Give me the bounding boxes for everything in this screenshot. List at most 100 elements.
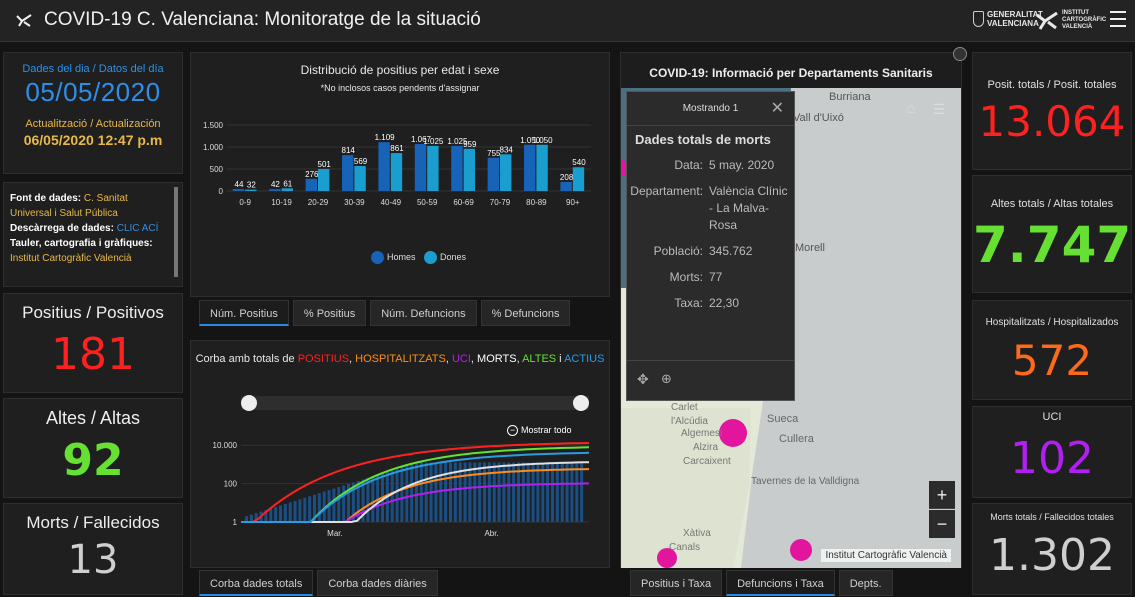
source-label: Font de dades: <box>10 193 82 204</box>
map-label-tavernes: Tavernes de la Valldigna <box>751 476 860 487</box>
scrollbar[interactable] <box>174 187 178 277</box>
legend-women-dot <box>424 251 438 264</box>
altes-totals-panel: Altes totals / Altas totales 7.747 <box>972 175 1132 293</box>
close-icon[interactable]: ✕ <box>771 92 784 126</box>
bar <box>245 189 257 191</box>
popup-footer: ✥ ⊕ <box>627 360 794 400</box>
morts-value: 13 <box>67 537 119 583</box>
daily-bar <box>288 502 292 522</box>
pan-icon[interactable]: ✥ <box>637 371 649 388</box>
bar <box>354 165 366 191</box>
tab-defuncions-taxa[interactable]: Defuncions i Taxa <box>726 570 835 596</box>
tab-corba-diaries[interactable]: Corba dades diàries <box>317 570 438 596</box>
curve-title-uci: UCI <box>451 353 471 365</box>
tab-depts[interactable]: Depts. <box>838 570 893 596</box>
download-link[interactable]: CLIC ACÍ <box>114 223 159 234</box>
hosp-value: 572 <box>1011 336 1093 385</box>
map-point[interactable] <box>719 419 747 447</box>
map-list-button[interactable]: ☰ <box>927 97 951 121</box>
age-chart-tabs: Núm. Positius % Positius Núm. Defuncions… <box>199 300 574 326</box>
x-tick-label: 50-59 <box>417 198 438 207</box>
x-tick-label: 60-69 <box>453 198 474 207</box>
bar-value-label: 569 <box>354 157 368 166</box>
x-tick-label: Mar. <box>327 529 343 538</box>
icv-logo: INSTITUT CARTOGRÀFIC VALENCIÀ <box>1036 10 1106 31</box>
map-label-algemesi: Algemesí <box>681 428 723 439</box>
map-point[interactable] <box>790 539 812 561</box>
menu-icon[interactable] <box>1110 11 1126 31</box>
bar <box>269 189 281 191</box>
curve-chart-title: Corba amb totals de POSITIUS, HOSPITALIT… <box>191 353 609 365</box>
bar-value-label: 959 <box>463 140 477 149</box>
range-slider-track <box>241 396 589 410</box>
bar-value-label: 814 <box>342 146 356 155</box>
bar-value-label: 501 <box>318 160 332 169</box>
curve-chart-panel: Corba amb totals de POSITIUS, HOSPITALIT… <box>190 340 610 568</box>
daily-bar <box>575 462 579 522</box>
popup-row-key: Taxa: <box>674 296 703 310</box>
page-title: COVID-19 C. Valenciana: Monitoratge de l… <box>44 9 481 30</box>
popup-row-value: València Clínic - La Malva-Rosa <box>709 184 788 232</box>
morts-totals-value: 1.302 <box>989 530 1115 581</box>
map-label-carcaixent: Carcaixent <box>683 456 731 467</box>
map-expand-icon[interactable] <box>953 47 967 61</box>
map-attribution: Institut Cartogràfic Valencià <box>821 549 951 562</box>
popup-header: Mostrando 1 ✕ <box>627 92 794 126</box>
show-all-button[interactable]: − Mostrar todo <box>507 425 572 436</box>
daily-bar <box>317 493 321 522</box>
tab-pct-defuncions[interactable]: % Defuncions <box>480 300 571 326</box>
daily-bar <box>366 477 370 522</box>
y-tick-label: 0 <box>219 187 224 196</box>
tab-corba-totals[interactable]: Corba dades totals <box>199 570 314 596</box>
source-value-1: C. Sanitat <box>81 193 128 204</box>
gva-line-1: GENERALITAT <box>987 10 1043 19</box>
daily-bar <box>492 462 496 522</box>
zoom-to-icon[interactable]: ⊕ <box>661 371 672 387</box>
map-home-button[interactable]: ⌂ <box>899 97 923 121</box>
tab-positius-taxa[interactable]: Positius i Taxa <box>630 570 723 596</box>
bar-value-label: 44 <box>235 180 244 189</box>
y-tick-label: 100 <box>224 480 238 489</box>
map-label-alzira: Alzira <box>693 442 718 453</box>
bar-value-label: 861 <box>390 144 404 153</box>
map-label-cullera: Cullera <box>779 433 815 445</box>
icv-logo-icon <box>16 14 32 27</box>
bar-value-label: 834 <box>500 145 514 154</box>
source-line: Font de dades: C. Sanitat <box>10 191 176 206</box>
age-bar-chart: 0 500 1.000 1.500 44 32 0-9 42 61 10-19 276501 20-2… <box>203 121 591 207</box>
tab-num-defuncions[interactable]: Núm. Defuncions <box>370 300 477 326</box>
board-value: Institut Cartogràfic Valencià <box>10 253 132 264</box>
y-tick-label: 1.000 <box>203 143 224 152</box>
bar-value-label: 42 <box>271 180 280 189</box>
curve-line-chart: 1 100 10.000 Mar. Abr. <box>213 395 590 538</box>
age-legend: Homes Dones <box>371 251 466 264</box>
popup-row: Població: 345.762 <box>627 243 794 260</box>
bar <box>318 168 330 191</box>
board-label: Tauler, cartografia i gràfiques: <box>10 238 153 249</box>
map-zoom-out-button[interactable]: − <box>929 510 955 538</box>
bar <box>390 153 403 191</box>
daily-bar <box>551 462 554 522</box>
x-tick-label: 90+ <box>566 198 580 207</box>
daily-bar <box>400 467 404 522</box>
gva-line-2: VALENCIANA <box>987 19 1039 28</box>
map-zoom-in-button[interactable]: + <box>929 481 955 509</box>
curve-title-altes: ALTES <box>522 353 557 365</box>
x-tick-label: 20-29 <box>308 198 329 207</box>
popup-row-key: Morts: <box>669 270 703 284</box>
popup-row-value: 22,30 <box>709 296 740 310</box>
source-value-2: Universal i Salut Pública <box>10 208 118 219</box>
tab-pct-positius[interactable]: % Positius <box>292 300 367 326</box>
age-chart-panel: Distribució de positius per edat i sexe … <box>190 52 610 297</box>
age-chart-subtitle: *No inclosos casos pendents d'assignar <box>320 83 480 93</box>
map-label-morell: Morell <box>795 242 825 254</box>
tab-num-positius[interactable]: Núm. Positius <box>199 300 289 326</box>
range-slider-handle-left <box>241 395 257 411</box>
bar <box>572 167 585 191</box>
daily-bar <box>332 488 336 522</box>
popup-row-value: 5 may. 2020 <box>709 158 775 172</box>
altes-totals-value: 7.747 <box>973 216 1132 274</box>
daily-bar <box>269 508 273 522</box>
uci-panel: UCI 102 <box>972 406 1132 498</box>
curve-chart-tabs: Corba dades totals Corba dades diàries <box>199 570 442 596</box>
